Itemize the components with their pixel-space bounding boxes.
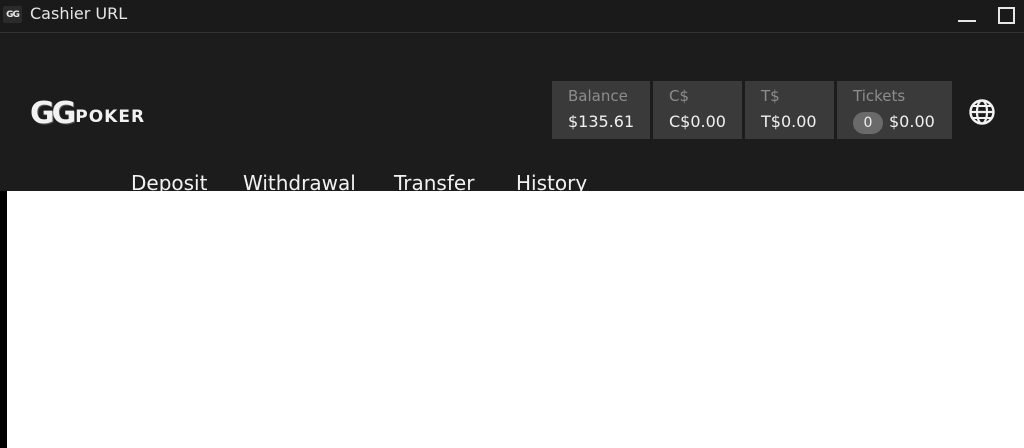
tickets-count-badge: 0 [853,112,883,134]
balance-label: Balance [568,87,628,105]
tickets-box: Tickets 0 $0.00 [837,81,952,139]
cashier-content-area [7,191,1024,448]
c-dollars-value: C$0.00 [669,112,726,131]
tickets-label: Tickets [853,87,906,105]
tickets-value: $0.00 [889,112,935,131]
minimize-button[interactable] [955,3,979,27]
maximize-button[interactable] [994,3,1018,27]
window-titlebar: GG Cashier URL [0,0,1024,33]
c-dollars-box: C$ C$0.00 [653,81,742,139]
logo-poker-text: POKER [75,107,146,127]
app-icon: GG [3,6,22,23]
balance-value: $135.61 [568,112,635,131]
maximize-icon [997,6,1015,24]
window-title: Cashier URL [30,4,128,23]
t-dollars-box: T$ T$0.00 [745,81,834,139]
globe-icon[interactable] [967,97,997,127]
minimize-icon [958,20,976,22]
t-dollars-label: T$ [761,87,780,105]
logo-gg-text: GG [30,96,76,131]
ggpoker-logo: GG POKER [30,95,145,131]
c-dollars-label: C$ [669,87,690,105]
balance-box: Balance $135.61 [552,81,650,139]
t-dollars-value: T$0.00 [761,112,817,131]
cashier-header: GG POKER Balance $135.61 C$ C$0.00 T$ T$… [0,33,1024,195]
